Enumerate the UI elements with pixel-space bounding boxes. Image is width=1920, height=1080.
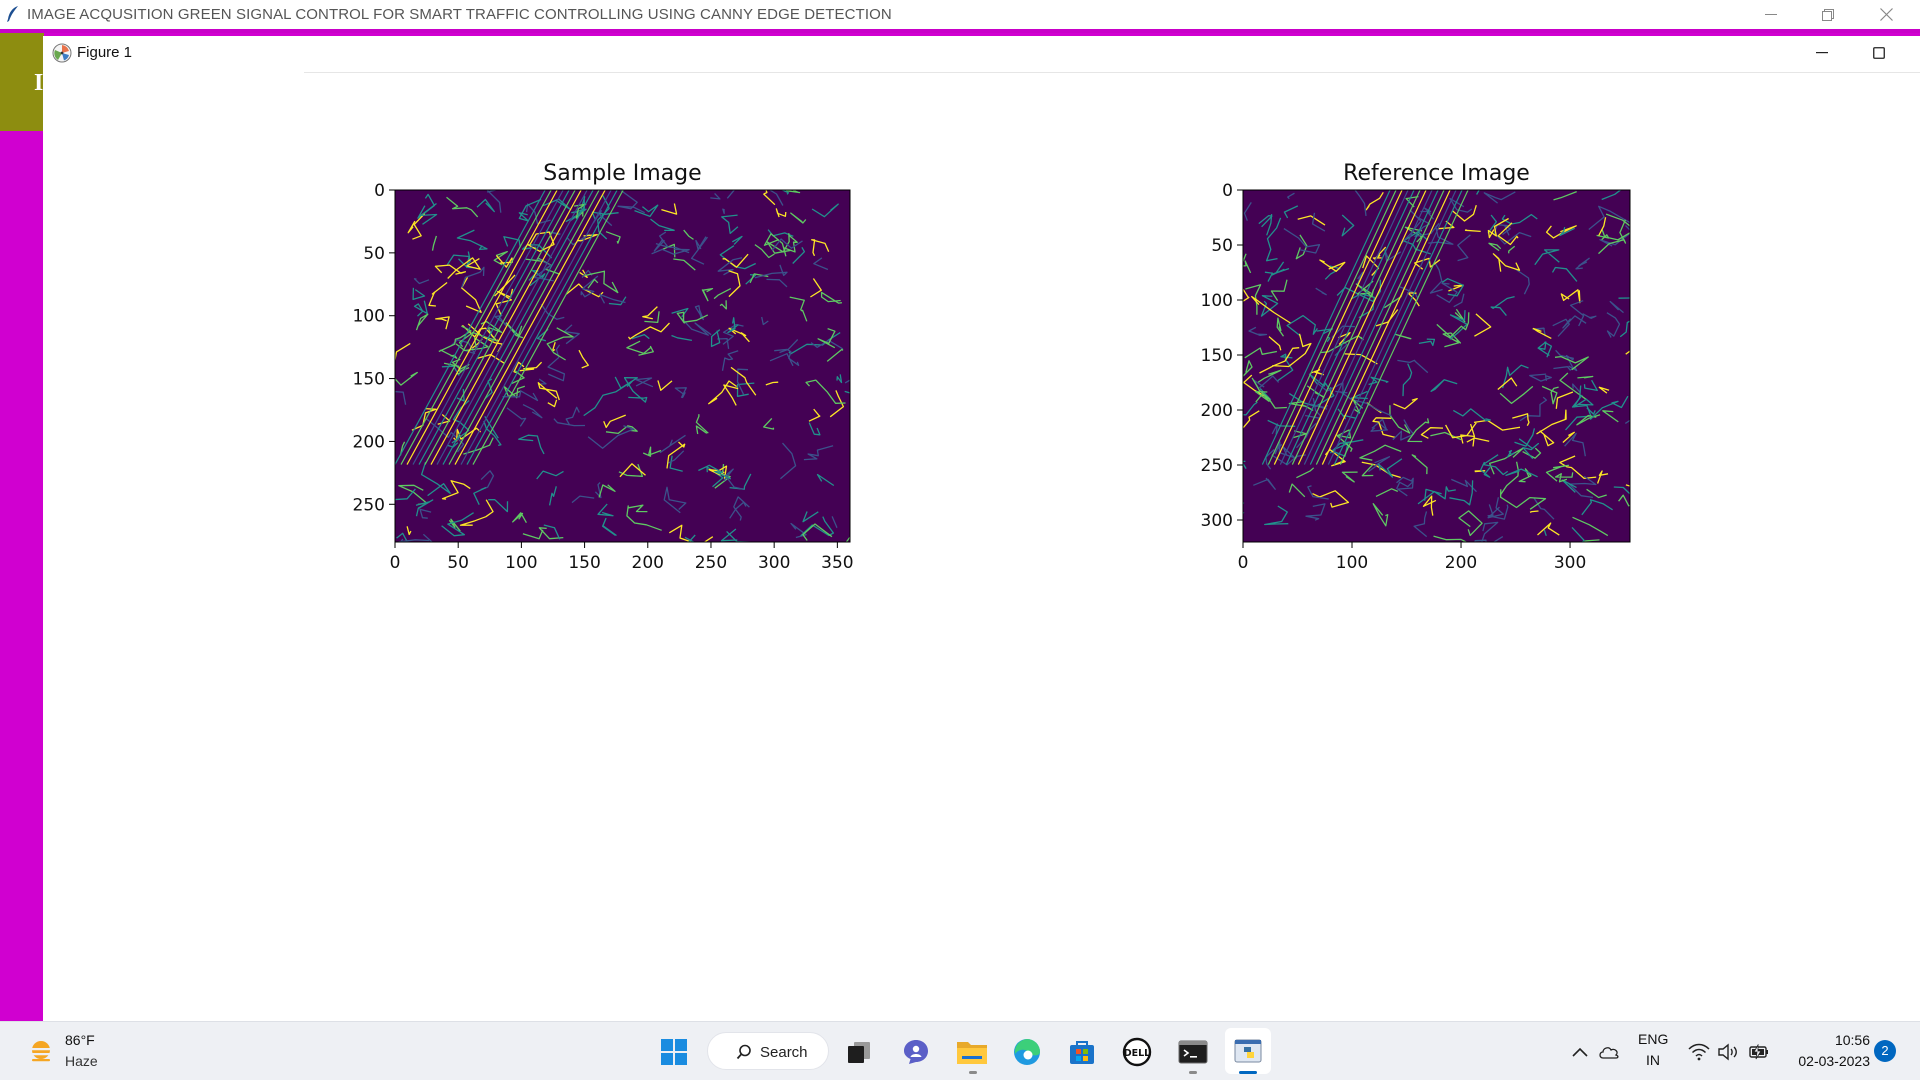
close-icon (1879, 8, 1893, 21)
figure-title-bar: Figure 1 (43, 36, 1920, 71)
python-running-indicator (1239, 1071, 1257, 1074)
y-tick-label: 250 (353, 495, 385, 515)
maximize-icon (1873, 47, 1885, 59)
axes-svg: Reference Image 0 100 200 300 0 50 100 150 200 250… (1201, 161, 1631, 573)
minimize-button[interactable] (1743, 0, 1799, 29)
close-button[interactable] (1858, 0, 1914, 29)
x-tick-label: 0 (390, 553, 401, 573)
y-tick-label: 200 (353, 432, 385, 452)
matplotlib-icon (52, 43, 72, 63)
task-view-icon (848, 1042, 870, 1063)
x-tick-label: 100 (1336, 553, 1368, 573)
y-tick-label: 50 (1211, 236, 1233, 256)
folder-icon (957, 1042, 987, 1064)
dell-app-button[interactable]: DELL (1120, 1035, 1154, 1069)
x-tick-label: 200 (632, 553, 664, 573)
axes-title: Sample Image (543, 161, 701, 186)
x-tick-label: 50 (447, 553, 469, 573)
y-tick-label: 150 (1201, 346, 1233, 366)
cloud-icon (1599, 1047, 1619, 1059)
reference-image-axes: Reference Image 0 100 200 300 0 50 100 150 200 250… (1198, 150, 1640, 590)
search-label: Search (760, 1044, 808, 1061)
windows-logo-icon (661, 1039, 687, 1065)
x-tick-label: 150 (568, 553, 600, 573)
task-view-button[interactable] (842, 1035, 876, 1069)
y-tick-label: 150 (353, 370, 385, 390)
language-indicator-line1[interactable]: ENG (1638, 1031, 1668, 1047)
python-idle-button[interactable] (1231, 1035, 1265, 1069)
chevron-up-icon (1572, 1047, 1588, 1057)
haze-weather-icon[interactable] (26, 1037, 56, 1067)
terminal-icon (1178, 1040, 1208, 1064)
app-title-bar: IMAGE ACQUSITION GREEN SIGNAL CONTROL FO… (0, 0, 1920, 29)
y-tick-label: 0 (374, 181, 385, 201)
app-title: IMAGE ACQUSITION GREEN SIGNAL CONTROL FO… (27, 6, 892, 23)
x-tick-label: 0 (1238, 553, 1249, 573)
store-icon (1070, 1041, 1094, 1064)
figure-minimize-button[interactable] (1807, 40, 1837, 66)
weather-condition[interactable]: Haze (65, 1053, 98, 1069)
file-explorer-running-indicator (969, 1071, 977, 1074)
python-icon (1234, 1039, 1262, 1063)
file-explorer-button[interactable] (955, 1035, 989, 1069)
chat-icon (904, 1040, 928, 1064)
edge-icon (1014, 1039, 1040, 1065)
minimize-icon (1816, 52, 1828, 54)
volume-button[interactable] (1711, 1035, 1745, 1069)
dell-logo-icon: DELL (1122, 1037, 1152, 1067)
y-tick-label: 50 (363, 244, 385, 264)
clock-date[interactable]: 02-03-2023 (1784, 1053, 1870, 1069)
restore-button[interactable] (1800, 0, 1856, 29)
notification-badge[interactable]: 2 (1874, 1040, 1896, 1062)
teams-chat-button[interactable] (899, 1035, 933, 1069)
wifi-icon (1688, 1043, 1710, 1061)
clock-time[interactable]: 10:56 (1820, 1032, 1870, 1048)
figure-maximize-button[interactable] (1864, 40, 1894, 66)
x-tick-label: 350 (821, 553, 853, 573)
sample-image-axes: Sample Image 0 50 100 150 200 250 300 350 0 50 100 1… (345, 150, 860, 590)
terminal-running-indicator (1189, 1071, 1197, 1074)
figure-toolbar-divider (304, 72, 1920, 73)
axes-svg: Sample Image 0 50 100 150 200 250 300 350 0 50 100 1… (353, 161, 854, 573)
taskbar-search-box[interactable]: Search (707, 1032, 829, 1070)
x-tick-label: 250 (695, 553, 727, 573)
y-tick-label: 0 (1222, 181, 1233, 201)
feather-icon (7, 6, 18, 22)
minimize-icon (1765, 13, 1777, 15)
y-tick-label: 100 (1201, 291, 1233, 311)
microsoft-store-button[interactable] (1065, 1035, 1099, 1069)
background-app-letter: I (34, 70, 44, 96)
axes-title: Reference Image (1343, 161, 1530, 186)
edge-browser-button[interactable] (1010, 1035, 1044, 1069)
language-indicator-line2[interactable]: IN (1638, 1052, 1668, 1068)
y-tick-label: 200 (1201, 401, 1233, 421)
x-tick-label: 200 (1445, 553, 1477, 573)
weather-temperature[interactable]: 86°F (65, 1032, 95, 1048)
battery-charging-icon (1749, 1044, 1768, 1060)
onedrive-button[interactable] (1592, 1035, 1626, 1069)
terminal-button[interactable] (1176, 1035, 1210, 1069)
battery-button[interactable] (1741, 1035, 1775, 1069)
figure-title: Figure 1 (77, 44, 133, 61)
speaker-icon (1718, 1043, 1737, 1061)
x-tick-label: 300 (758, 553, 790, 573)
restore-icon (1822, 8, 1834, 21)
y-tick-label: 250 (1201, 456, 1233, 476)
y-tick-label: 100 (353, 307, 385, 327)
x-tick-label: 100 (505, 553, 537, 573)
start-button[interactable] (657, 1035, 691, 1069)
taskbar: 86°F Haze Search DELL ENG IN 10:56 02-03… (0, 1021, 1920, 1080)
search-icon (736, 1044, 751, 1060)
y-tick-label: 300 (1201, 511, 1233, 531)
x-tick-label: 300 (1554, 553, 1586, 573)
svg-text:DELL: DELL (1124, 1048, 1150, 1059)
